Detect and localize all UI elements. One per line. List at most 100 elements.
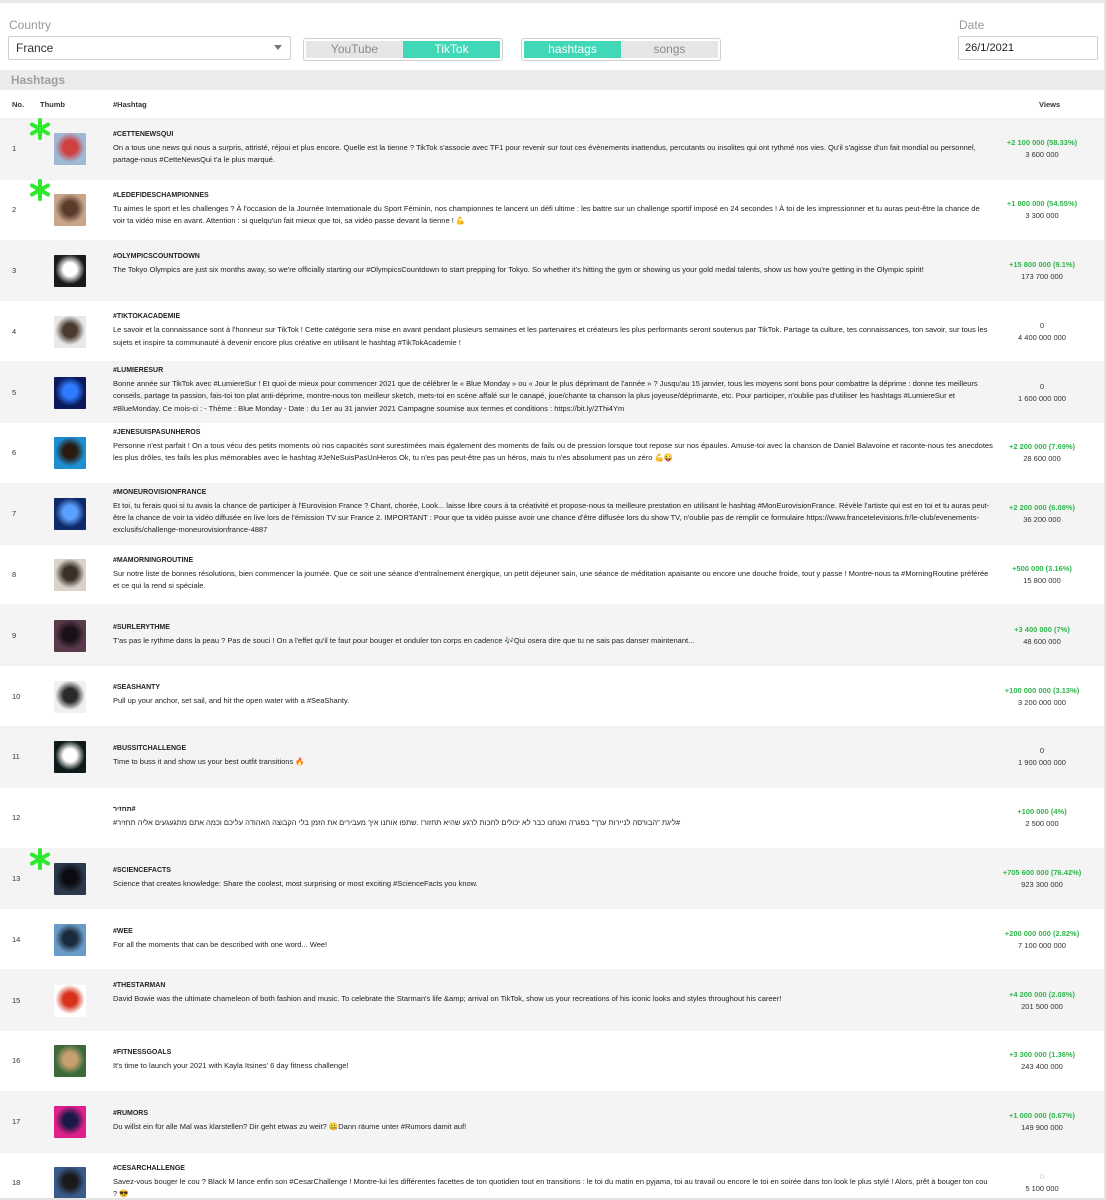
- row-number: 9: [12, 630, 17, 640]
- date-label: Date: [959, 18, 985, 32]
- star-marker-icon: [29, 847, 51, 870]
- hashtag-name[interactable]: #LEDEFIDESCHAMPIONNES: [113, 192, 209, 199]
- row-number: 16: [12, 1056, 21, 1066]
- views-total: 5 100 000: [1025, 1183, 1059, 1193]
- hashtag-description: David Bowie was the ultimate chameleon o…: [113, 994, 782, 1004]
- row-number: 10: [12, 691, 21, 701]
- row-number: 13: [12, 873, 21, 883]
- hashtag-name[interactable]: #TIKTOKACADEMIE: [113, 313, 180, 320]
- table-row[interactable]: 5 #LUMIERESUR Bonne année sur TikTok avec …: [0, 361, 1106, 422]
- hashtag-thumbnail[interactable]: [54, 1166, 86, 1199]
- row-number: 12: [12, 813, 21, 823]
- table-row[interactable]: 7 #MONEUROVISIONFRANCE Et toi, tu ferais q…: [0, 482, 1106, 544]
- hashtag-thumbnail[interactable]: [54, 923, 86, 956]
- hashtag-name[interactable]: #MONEUROVISIONFRANCE: [113, 489, 206, 496]
- views-change: +1 800 000 (54.55%): [1006, 199, 1078, 209]
- hashtag-thumbnail[interactable]: [54, 862, 86, 895]
- hashtag-thumbnail[interactable]: [54, 437, 86, 470]
- views-total: 48 600 000: [1023, 636, 1061, 646]
- country-select[interactable]: France: [8, 36, 291, 60]
- hashtag-name[interactable]: #THESTARMAN: [113, 982, 165, 989]
- hashtag-name[interactable]: #CESARCHALLENGE: [113, 1165, 185, 1172]
- views-total: 7 100 000 000: [1018, 940, 1066, 950]
- row-number: 1: [12, 144, 17, 154]
- row-number: 14: [12, 934, 21, 944]
- youtube-option[interactable]: YouTube: [306, 41, 403, 58]
- table-row[interactable]: 2 #LEDEFIDESCHAMPIONNES Tu aimes le sport …: [0, 178, 1106, 240]
- hashtag-name[interactable]: #WEE: [113, 928, 133, 935]
- table-row[interactable]: 16 #FITNESSGOALS It's time to launch your …: [0, 1030, 1106, 1091]
- hashtag-name[interactable]: #CETTENEWSQUI: [113, 131, 173, 138]
- hashtag-name[interactable]: #MAMORNINGROUTINE: [113, 557, 193, 564]
- table-row[interactable]: 3 #OLYMPICSCOUNTDOWN The Tokyo Olympics ar…: [0, 239, 1106, 301]
- views-change: +200 000 000 (2.82%): [1004, 928, 1080, 938]
- views-change: 0: [1039, 320, 1045, 330]
- tiktok-option[interactable]: TikTok: [403, 41, 500, 58]
- hashtag-name[interactable]: #SURLERYTHME: [113, 624, 170, 631]
- content-type-toggle: hashtags songs: [521, 38, 721, 61]
- views-change: +705 600 000 (76.42%): [1002, 867, 1082, 877]
- hashtag-description: Du willst ein für alle Mal was klarstell…: [113, 1122, 467, 1132]
- row-number: 17: [12, 1117, 21, 1127]
- section-header: Hashtags: [0, 70, 1106, 90]
- hashtag-name[interactable]: #LUMIERESUR: [113, 367, 163, 374]
- views-change: 0: [1039, 746, 1045, 756]
- table-row[interactable]: 12 #תחזיר #ליגת "הבורסה לניירות ערך" בפגרה…: [0, 786, 1106, 848]
- table-row[interactable]: 18 #CESARCHALLENGE Savez-vous bouger le co…: [0, 1151, 1106, 1200]
- hashtag-name[interactable]: #OLYMPICSCOUNTDOWN: [113, 253, 200, 260]
- hashtag-description: The Tokyo Olympics are just six months a…: [113, 264, 924, 274]
- views-change: 0: [1039, 381, 1045, 391]
- hashtag-name[interactable]: #SEASHANTY: [113, 684, 160, 691]
- views-change: +2 100 000 (58.33%): [1006, 138, 1078, 148]
- hashtag-thumbnail[interactable]: [54, 133, 86, 166]
- views-total: 923 300 000: [1021, 879, 1063, 889]
- songs-option[interactable]: songs: [621, 41, 718, 58]
- section-title: Hashtags: [11, 73, 66, 87]
- views-total: 2 500 000: [1025, 819, 1059, 829]
- hashtag-thumbnail[interactable]: [54, 254, 86, 287]
- hashtag-thumbnail[interactable]: [54, 194, 86, 227]
- table-row[interactable]: 14 #WEE For all the moments that can be de…: [0, 908, 1106, 969]
- table-row[interactable]: 11 #BUSSITCHALLENGE Time to buss it and sh…: [0, 726, 1106, 787]
- hashtag-description: It's time to launch your 2021 with Kayla…: [113, 1061, 349, 1071]
- views-total: 201 500 000: [1021, 1001, 1063, 1011]
- hashtag-name[interactable]: #RUMORS: [113, 1110, 148, 1117]
- table-row[interactable]: 4 #TIKTOKACADEMIE Le savoir et la connaiss…: [0, 300, 1106, 361]
- table-row[interactable]: 9 #SURLERYTHME T'as pas le rythme dans la …: [0, 604, 1106, 666]
- table-row[interactable]: 6 #JENESUISPASUNHEROS Personne n'est parfa…: [0, 422, 1106, 483]
- table-row[interactable]: 13 #SCIENCEFACTS Science that creates know…: [0, 847, 1106, 909]
- hashtag-name[interactable]: #SCIENCEFACTS: [113, 867, 171, 874]
- hashtag-thumbnail[interactable]: [54, 1045, 86, 1078]
- hashtag-name[interactable]: #BUSSITCHALLENGE: [113, 745, 186, 752]
- hashtag-description: On a tous une news qui nous a surpris, a…: [113, 143, 976, 165]
- row-number: 6: [12, 448, 17, 458]
- country-label: Country: [9, 18, 52, 32]
- table-row[interactable]: 15 #THESTARMAN David Bowie was the ultimat…: [0, 969, 1106, 1030]
- hashtag-thumbnail[interactable]: [54, 376, 86, 409]
- views-change: +3 300 000 (1.36%): [1008, 1050, 1076, 1060]
- hashtag-thumbnail[interactable]: [54, 498, 86, 531]
- table-row[interactable]: 1 #CETTENEWSQUI On a tous une news qui nou…: [0, 118, 1106, 179]
- views-total: 1 900 000 000: [1018, 758, 1066, 768]
- filter-bar: Country France YouTube TikTok hashtags s…: [0, 3, 1106, 70]
- hashtag-thumbnail[interactable]: [54, 619, 86, 652]
- hashtag-name[interactable]: #תחזיר: [113, 806, 136, 813]
- hashtag-description: Le savoir et la connaissance sont à l'ho…: [113, 325, 988, 347]
- hashtag-name[interactable]: #FITNESSGOALS: [113, 1049, 171, 1056]
- views-total: 173 700 000: [1021, 271, 1063, 281]
- hashtag-thumbnail[interactable]: [54, 984, 86, 1017]
- hashtag-thumbnail[interactable]: [54, 315, 86, 348]
- date-input[interactable]: 26/1/2021: [958, 36, 1098, 60]
- hashtag-name[interactable]: #JENESUISPASUNHEROS: [113, 429, 200, 436]
- views-total: 28 600 000: [1023, 454, 1061, 464]
- table-row[interactable]: 10 #SEASHANTY Pull up your anchor, set sai…: [0, 665, 1106, 726]
- hashtag-thumbnail[interactable]: [54, 558, 86, 591]
- platform-toggle: YouTube TikTok: [303, 38, 503, 61]
- hashtag-thumbnail[interactable]: [54, 1106, 86, 1139]
- table-row[interactable]: 8 #MAMORNINGROUTINE Sur notre liste de bon…: [0, 543, 1106, 605]
- star-marker-icon: [29, 178, 51, 201]
- hashtag-thumbnail[interactable]: [54, 680, 86, 713]
- hashtag-thumbnail[interactable]: [54, 741, 86, 774]
- hashtags-option[interactable]: hashtags: [524, 41, 621, 58]
- table-row[interactable]: 17 #RUMORS Du willst ein für alle Mal was …: [0, 1090, 1106, 1152]
